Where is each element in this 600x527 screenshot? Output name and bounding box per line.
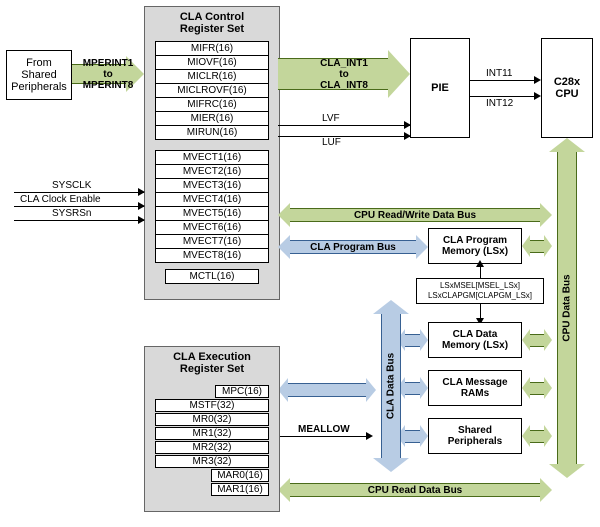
mperint-arrow: MPERINT1 to MPERINT8 [72, 56, 144, 92]
sysclk-arrowhead [138, 188, 145, 196]
reg: MIOVF(16) [156, 56, 268, 70]
luf-arrowhead [404, 132, 411, 140]
luf-line [278, 136, 410, 137]
luf-label: LUF [322, 137, 341, 148]
lsx-up-arrowhead [476, 260, 484, 267]
ctrl-reg-group-a: MIFR(16) MIOVF(16) MICLR(16) MICLROVF(16… [155, 41, 269, 140]
exec-row-mpc: MPC(16) [155, 385, 269, 399]
reg: MICLROVF(16) [156, 84, 268, 98]
int11-label: INT11 [486, 68, 513, 79]
cpu-data-bus-label: CPU Data Bus [562, 274, 573, 341]
from-shared-peripherals-box: From Shared Peripherals [6, 50, 72, 100]
ctrl-reg-group-b: MVECT1(16) MVECT2(16) MVECT3(16) MVECT4(… [155, 150, 269, 263]
cla-execution-panel: CLA Execution Register Set MPC(16) MSTF(… [144, 346, 280, 512]
reg: MIFR(16) [156, 42, 268, 56]
exec-row-mar1: MAR1(16) [155, 483, 269, 497]
reg: MVECT5(16) [156, 207, 268, 221]
cpu-data-bus-arrow: CPU Data Bus [549, 138, 585, 478]
cla-data-memory-box: CLA Data Memory (LSx) [428, 322, 522, 358]
cla-int-arrow: CLA_INT1 to CLA_INT8 [278, 50, 410, 98]
reg: MIFRC(16) [156, 98, 268, 112]
lsx-select-box: LSxMSEL[MSEL_LSx] LSxCLAPGM[CLAPGM_LSx] [416, 278, 544, 304]
cla-clk-en-label: CLA Clock Enable [20, 194, 101, 205]
exec-row-mr2: MR2(32) [155, 441, 269, 455]
cla-clk-en-arrowhead [138, 202, 145, 210]
cla-execution-title: CLA Execution Register Set [145, 347, 279, 379]
reg: MIRUN(16) [156, 126, 268, 139]
cla-data-bus-arrow: CLA Data Bus [373, 300, 409, 472]
pie-box: PIE [410, 38, 470, 138]
meallow-arrowhead [366, 432, 373, 440]
cla-prog-bus-arrow: CLA Program Bus [278, 235, 428, 259]
cla-program-memory-box: CLA Program Memory (LSx) [428, 228, 522, 264]
reg: MVECT7(16) [156, 235, 268, 249]
exec-row-mstf: MSTF(32) [155, 399, 269, 413]
cpu-rw-bus-arrow: CPU Read/Write Data Bus [278, 203, 552, 227]
reg: MVECT8(16) [156, 249, 268, 262]
msg-ram-right-arrow [522, 377, 552, 399]
sysrsn-arrowhead [138, 216, 145, 224]
shared-peripherals-box: Shared Peripherals [428, 418, 522, 454]
reg: MIER(16) [156, 112, 268, 126]
reg: MVECT3(16) [156, 179, 268, 193]
cla-clk-en-line [14, 206, 144, 207]
prog-mem-to-cpu-bus-arrow [522, 235, 552, 257]
cpu-read-bus-arrow: CPU Read Data Bus [278, 478, 552, 502]
exec-row-mr3: MR3(32) [155, 455, 269, 469]
int12-label: INT12 [486, 98, 513, 109]
reg: MVECT6(16) [156, 221, 268, 235]
sysrsn-label: SYSRSn [52, 208, 91, 219]
reg: MVECT1(16) [156, 151, 268, 165]
exec-row-mr1: MR1(32) [155, 427, 269, 441]
reg: MVECT4(16) [156, 193, 268, 207]
mctl-reg: MCTL(16) [165, 269, 259, 284]
int11-line [470, 80, 534, 81]
cla-control-panel: CLA Control Register Set MIFR(16) MIOVF(… [144, 6, 280, 300]
cla-control-title: CLA Control Register Set [145, 7, 279, 39]
sysrsn-line [14, 220, 144, 221]
int12-line [470, 96, 534, 97]
lvf-line [278, 125, 410, 126]
reg: MVECT2(16) [156, 165, 268, 179]
cpu-box: C28x CPU [541, 38, 593, 138]
reg: MICLR(16) [156, 70, 268, 84]
lvf-arrowhead [404, 121, 411, 129]
sysclk-label: SYSCLK [52, 180, 91, 191]
exec-row-mar0: MAR0(16) [155, 469, 269, 483]
lvf-label: LVF [322, 113, 340, 124]
meallow-label: MEALLOW [298, 424, 350, 435]
exec-to-data-bus-arrow [278, 378, 376, 402]
int12-arrowhead [534, 92, 541, 100]
exec-row-mr0: MR0(32) [155, 413, 269, 427]
data-mem-right-arrow [522, 329, 552, 351]
sysclk-line [14, 192, 144, 193]
meallow-line [278, 436, 370, 437]
cla-data-bus-label: CLA Data Bus [386, 353, 397, 419]
cla-message-rams-box: CLA Message RAMs [428, 370, 522, 406]
int11-arrowhead [534, 76, 541, 84]
shared-periph-right-arrow [522, 425, 552, 447]
